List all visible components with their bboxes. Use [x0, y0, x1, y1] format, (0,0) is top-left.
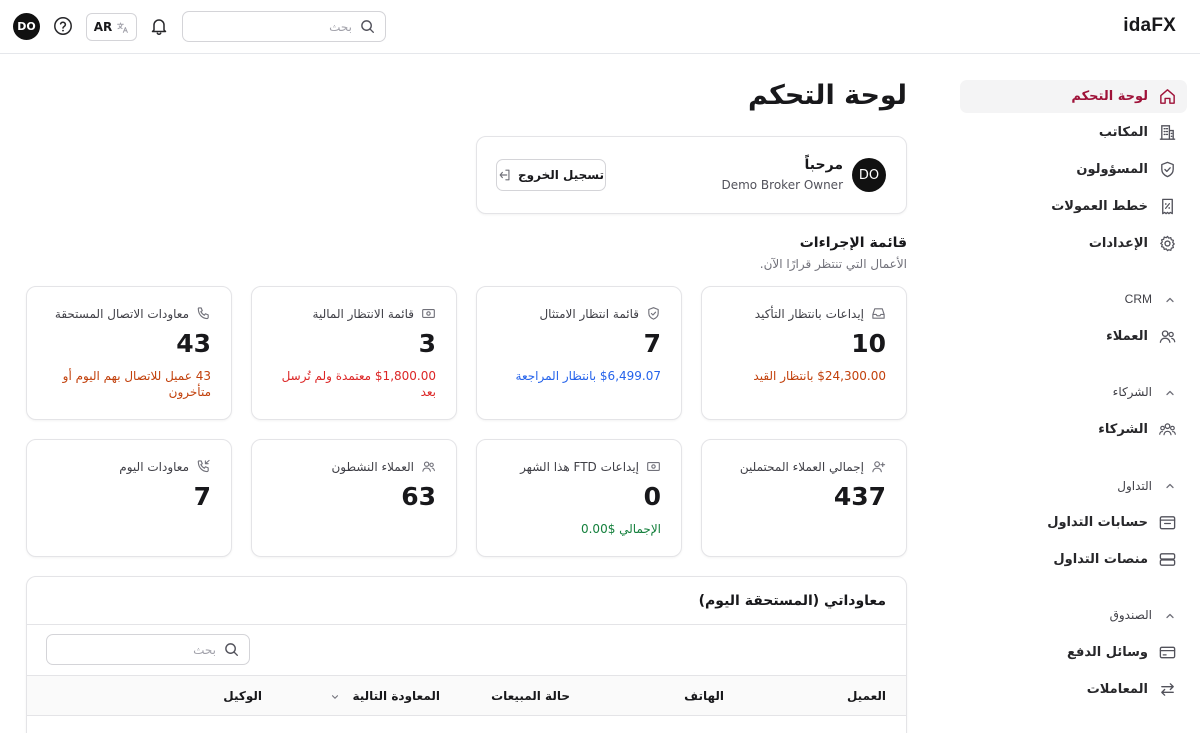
sidebar-item-clients[interactable]: العملاء	[960, 320, 1187, 353]
stat-note: الإجمالي $0.00	[580, 522, 661, 536]
phone-icon	[197, 307, 209, 320]
table-header: العميل الهاتف حالة المبيعات المعاودة الت…	[27, 675, 906, 716]
banknote-icon	[422, 308, 435, 318]
stat-card-finance-queue[interactable]: قائمة الانتظار المالية 3 $1,800.00 معتمد…	[251, 286, 457, 420]
users-icon	[1159, 330, 1176, 343]
callbacks-search-input[interactable]: بحث	[46, 634, 250, 665]
top-header: DO AR بحث idaFX	[0, 0, 1200, 54]
home-icon	[1160, 89, 1175, 104]
sidebar-item-settings[interactable]: الإعدادات	[960, 227, 1187, 260]
group-title-fund: الصندوق	[1109, 608, 1152, 622]
language-switcher[interactable]: AR	[86, 13, 137, 41]
sidebar: لوحة التحكم المكاتب المسؤولون خطط العمول…	[948, 54, 1200, 733]
stat-note: $24,300.00 بانتظار القيد	[753, 369, 886, 383]
column-next-callback[interactable]: المعاودة التالية	[330, 689, 440, 703]
arrows-exchange-icon	[1161, 683, 1174, 696]
stat-value: 7	[193, 482, 211, 511]
sidebar-item-commission-plans[interactable]: خطط العمولات	[960, 190, 1187, 223]
sidebar-item-dashboard[interactable]: لوحة التحكم	[960, 80, 1187, 113]
group-title-trading: التداول	[1117, 479, 1152, 493]
stat-value: 0	[643, 482, 661, 511]
column-client[interactable]: العميل	[847, 689, 886, 703]
group-title-partners: الشركاء	[1112, 385, 1152, 399]
stat-note: 43 عميل للاتصال بهم اليوم أو متأخرون	[62, 369, 211, 399]
logout-button[interactable]: تسجيل الخروج	[496, 159, 606, 191]
wallet-icon	[1159, 516, 1176, 530]
user-plus-icon	[872, 461, 886, 473]
stat-value: 63	[401, 482, 436, 511]
building-icon	[1159, 125, 1176, 140]
credit-card-icon	[1159, 646, 1176, 659]
stat-note: $1,800.00 معتمدة ولم تُرسل بعد	[281, 369, 436, 399]
action-list-title: قائمة الإجراءات	[799, 235, 907, 251]
column-agent[interactable]: الوكيل	[223, 689, 262, 703]
chevron-up-icon[interactable]	[1164, 294, 1176, 306]
callbacks-title: معاوداتي (المستحقة اليوم)	[698, 593, 886, 609]
stat-card-active-clients[interactable]: العملاء النشطون 63	[251, 439, 457, 557]
sidebar-item-trading-platforms[interactable]: منصات التداول	[960, 543, 1187, 576]
gear-icon	[1160, 235, 1175, 252]
sidebar-item-trading-accounts[interactable]: حسابات التداول	[960, 506, 1187, 539]
phone-callback-icon	[197, 459, 210, 473]
stat-note: $6,499.07 بانتظار المراجعة	[515, 369, 661, 383]
search-placeholder: بحث	[193, 642, 216, 657]
server-icon	[1159, 553, 1176, 566]
sidebar-item-admins[interactable]: المسؤولون	[960, 153, 1187, 186]
stat-card-compliance-queue[interactable]: قائمة انتظار الامتثال 7 $6,499.07 بانتظا…	[476, 286, 682, 420]
search-icon	[361, 20, 375, 34]
column-sales-status[interactable]: حالة المبيعات	[491, 689, 570, 703]
stat-value: 437	[833, 482, 886, 511]
brand-logo[interactable]: idaFX	[1123, 15, 1176, 37]
percent-receipt-icon	[1162, 198, 1173, 215]
chevron-down-icon	[332, 694, 339, 699]
stat-card-ftd-deposits[interactable]: إيداعات FTD هذا الشهر 0 الإجمالي $0.00	[476, 439, 682, 557]
search-icon	[225, 643, 239, 657]
search-placeholder: بحث	[329, 19, 352, 34]
callbacks-table-card: معاوداتي (المستحقة اليوم) بحث العميل اله…	[26, 576, 907, 733]
action-list-subtitle: الأعمال التي تنتظر قرارًا الآن.	[759, 257, 907, 271]
inbox-icon	[872, 308, 885, 319]
stat-value: 43	[176, 329, 211, 358]
user-avatar[interactable]: DO	[13, 13, 40, 40]
stat-card-total-leads[interactable]: إجمالي العملاء المحتملين 437	[701, 439, 907, 557]
avatar: DO	[852, 158, 886, 192]
users-icon	[422, 461, 435, 472]
help-icon[interactable]	[53, 16, 73, 36]
language-label: AR	[93, 20, 113, 34]
column-phone[interactable]: الهاتف	[684, 689, 724, 703]
chevron-up-icon[interactable]	[1164, 610, 1176, 622]
welcome-card: DO مرحباً Demo Broker Owner تسجيل الخروج	[476, 136, 907, 214]
stat-value: 3	[418, 329, 436, 358]
shield-check-icon	[648, 307, 659, 320]
stat-value: 7	[643, 329, 661, 358]
sidebar-item-transactions[interactable]: المعاملات	[960, 673, 1187, 706]
stat-card-due-callbacks[interactable]: معاودات الاتصال المستحقة 43 43 عميل للات…	[26, 286, 232, 420]
page-title: لوحة التحكم	[747, 80, 907, 111]
sidebar-item-offices[interactable]: المكاتب	[960, 116, 1187, 149]
translate-icon	[117, 22, 129, 33]
logout-icon	[499, 169, 510, 181]
shield-icon	[1161, 161, 1174, 178]
stat-value: 10	[851, 329, 886, 358]
sidebar-item-payment-methods[interactable]: وسائل الدفع	[960, 636, 1187, 669]
partners-icon	[1159, 423, 1176, 436]
group-title-crm: CRM	[1124, 292, 1152, 306]
welcome-greeting: مرحباً	[804, 157, 843, 173]
global-search-input[interactable]: بحث	[182, 11, 386, 42]
chevron-up-icon[interactable]	[1164, 387, 1176, 399]
notifications-bell-icon[interactable]	[149, 16, 169, 36]
stat-card-pending-deposits[interactable]: إيداعات بانتظار التأكيد 10 $24,300.00 با…	[701, 286, 907, 420]
banknote-icon	[647, 461, 660, 471]
divider	[27, 624, 906, 625]
sidebar-item-partners[interactable]: الشركاء	[960, 413, 1187, 446]
welcome-user-name: Demo Broker Owner	[721, 178, 843, 192]
chevron-up-icon[interactable]	[1164, 480, 1176, 492]
stat-card-today-callbacks[interactable]: معاودات اليوم 7	[26, 439, 232, 557]
